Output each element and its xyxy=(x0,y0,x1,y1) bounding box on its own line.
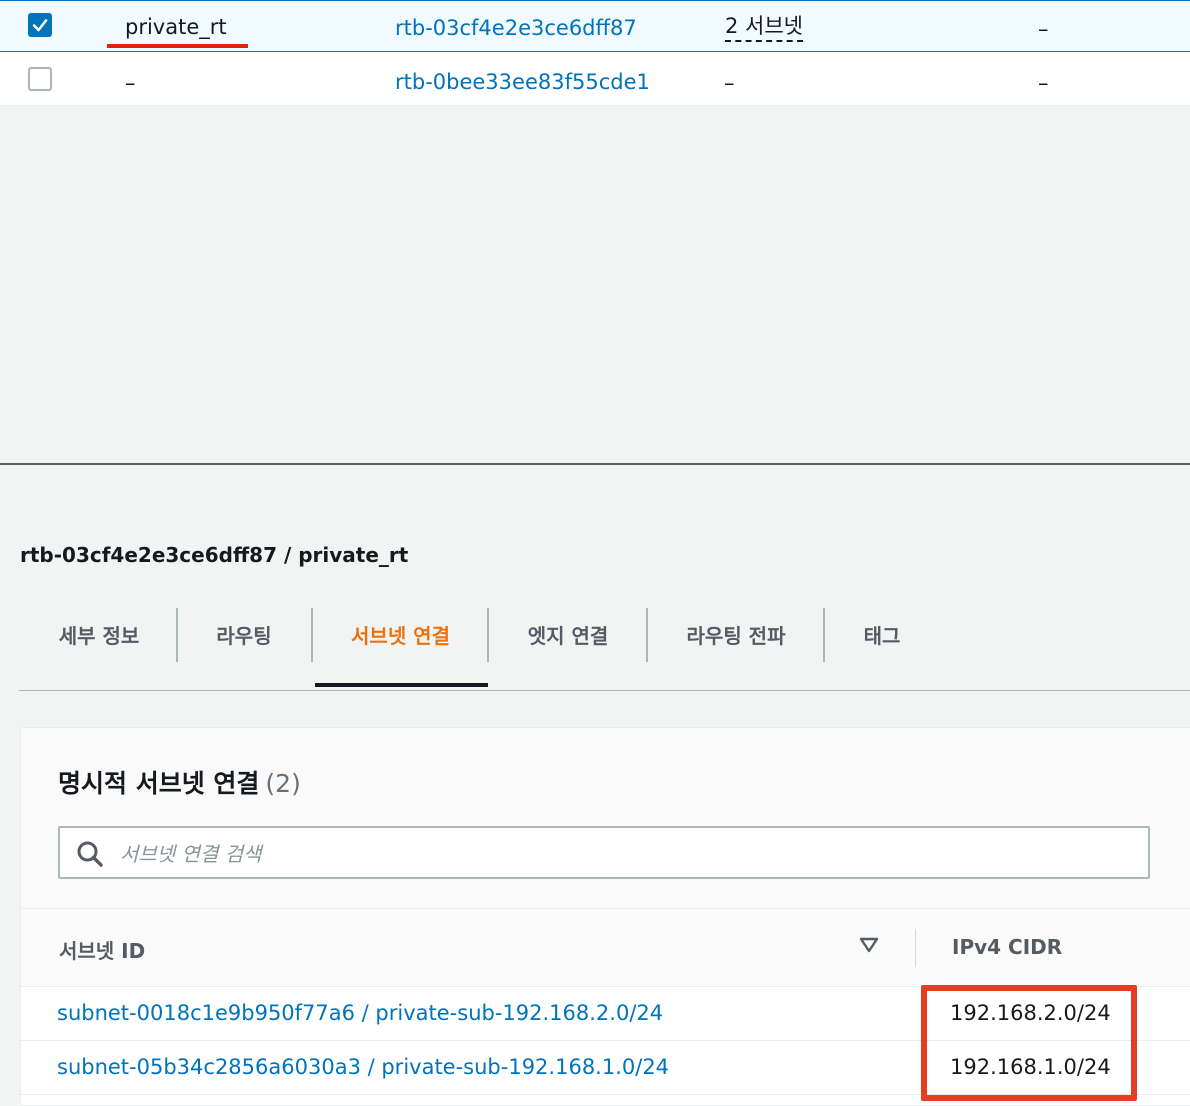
check-icon xyxy=(32,19,48,32)
row-checkbox-selected[interactable] xyxy=(28,13,52,37)
column-divider[interactable] xyxy=(915,929,916,967)
subnet-count[interactable]: 2 서브넷 xyxy=(725,14,803,42)
route-table-list: private_rt rtb-03cf4e2e3ce6dff87 2 서브넷 –… xyxy=(0,0,1190,106)
column-header-subnet-id[interactable]: 서브넷 ID xyxy=(59,935,145,964)
panel-header: 명시적 서브넷 연결 (2) xyxy=(21,728,1190,909)
search-box[interactable] xyxy=(58,826,1150,879)
route-table-name: private_rt xyxy=(125,15,227,39)
active-tab-indicator xyxy=(315,683,488,687)
row-checkbox[interactable] xyxy=(28,67,52,91)
subnet-link[interactable]: subnet-05b34c2856a6030a3 / private-sub-1… xyxy=(57,1055,669,1079)
cell-value: – xyxy=(1038,71,1049,95)
subnet-link[interactable]: subnet-0018c1e9b950f77a6 / private-sub-1… xyxy=(57,1001,663,1025)
route-table-id-link[interactable]: rtb-0bee33ee83f55cde1 xyxy=(395,69,650,95)
detail-title: rtb-03cf4e2e3ce6dff87 / private_rt xyxy=(20,543,409,567)
sort-down-icon[interactable] xyxy=(859,937,879,953)
tab-tags[interactable]: 태그 xyxy=(825,606,939,662)
annotation-highlight-box xyxy=(921,985,1137,1101)
annotation-underline xyxy=(107,44,248,48)
route-table-id-link[interactable]: rtb-03cf4e2e3ce6dff87 xyxy=(395,15,637,41)
tab-route-propagation[interactable]: 라우팅 전파 xyxy=(648,606,824,662)
search-input[interactable] xyxy=(118,836,1122,872)
subnet-count: – xyxy=(724,71,735,95)
panel-title-text: 명시적 서브넷 연결 xyxy=(58,769,260,798)
table-header: 서브넷 ID IPv4 CIDR xyxy=(21,909,1190,987)
search-icon xyxy=(77,841,103,867)
cell-value: – xyxy=(1038,17,1049,41)
panel-title: 명시적 서브넷 연결 (2) xyxy=(58,764,301,800)
tab-routes[interactable]: 라우팅 xyxy=(178,606,310,662)
tab-edge-associations[interactable]: 엣지 연결 xyxy=(489,606,647,662)
route-table-name: – xyxy=(125,71,136,95)
tab-subnet-associations[interactable]: 서브넷 연결 xyxy=(313,606,488,662)
panel-count: (2) xyxy=(265,769,301,798)
tab-bar: 세부 정보 라우팅 서브넷 연결 엣지 연결 라우팅 전파 태그 xyxy=(19,606,1190,691)
split-panel-handle[interactable] xyxy=(0,463,1190,465)
tab-details[interactable]: 세부 정보 xyxy=(39,606,159,662)
column-header-ipv4-cidr[interactable]: IPv4 CIDR xyxy=(952,935,1062,959)
